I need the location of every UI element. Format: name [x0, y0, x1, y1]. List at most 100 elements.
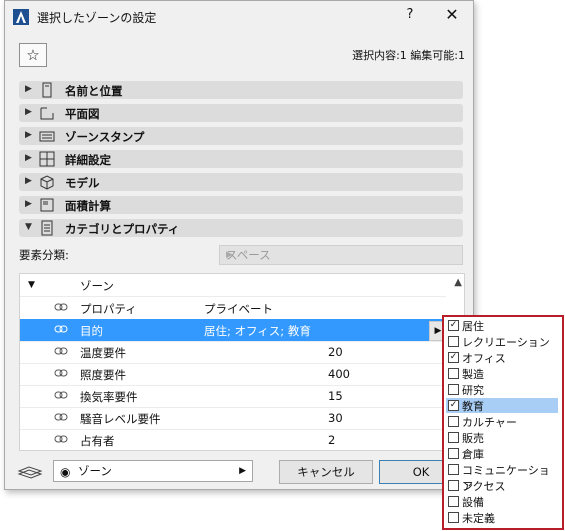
table-row[interactable]: 換気率要件 15	[20, 385, 446, 408]
option-item[interactable]: 研究	[446, 382, 558, 397]
zone-settings-dialog: 選択したゾーンの設定 ? ✕ ☆ 選択内容:1 編集可能:1 ▶ 名前と位置 ▶…	[4, 0, 474, 490]
group-label: ゾーン	[80, 279, 114, 293]
panel-label: ゾーンスタンプ	[65, 130, 145, 144]
link-icon	[54, 369, 68, 377]
row-number: 30	[328, 411, 343, 425]
chevron-right-icon: ▶	[239, 466, 246, 476]
row-name: 目的	[80, 324, 103, 338]
checkbox[interactable]	[448, 496, 459, 507]
link-icon	[54, 391, 68, 399]
option-label: 未定義	[462, 512, 495, 525]
cancel-button[interactable]: キャンセル	[279, 460, 373, 484]
close-button[interactable]: ✕	[443, 5, 461, 24]
panel-name-position[interactable]: ▶ 名前と位置	[19, 81, 463, 99]
name-position-icon	[42, 82, 52, 98]
row-name: 照度要件	[80, 368, 126, 382]
option-item[interactable]: 販売	[446, 430, 558, 445]
scroll-up-icon[interactable]: ▲	[454, 277, 462, 288]
table-row[interactable]: プロパティ プライベート	[20, 297, 446, 320]
option-label: レクリエーション	[462, 336, 550, 349]
checkbox[interactable]	[448, 480, 459, 491]
checkbox[interactable]	[448, 336, 459, 347]
floor-plan-icon	[40, 107, 54, 120]
row-number: 20	[328, 345, 343, 359]
link-icon	[54, 347, 68, 355]
option-item[interactable]: レクリエーション	[446, 334, 558, 349]
model-icon	[40, 175, 54, 190]
collapsed-arrow-icon: ▶	[25, 153, 32, 163]
window-title: 選択したゾーンの設定	[37, 11, 157, 25]
row-value: 居住; オフィス; 教育	[204, 324, 311, 338]
panel-label: 面積計算	[65, 199, 111, 213]
panel-model[interactable]: ▶ モデル	[19, 173, 463, 191]
zone-stamp-icon	[39, 131, 55, 142]
checkbox[interactable]	[448, 448, 459, 459]
option-item[interactable]: ✓ 居住	[446, 318, 558, 333]
option-item[interactable]: カルチャー	[446, 414, 558, 429]
view-select[interactable]: ◉ ゾーン ▶	[53, 460, 253, 482]
link-icon	[54, 435, 68, 443]
checkbox[interactable]	[448, 432, 459, 443]
option-item[interactable]: 未定義	[446, 510, 558, 525]
checkbox-checked[interactable]: ✓	[448, 400, 459, 411]
area-calc-icon	[40, 198, 54, 212]
collapsed-arrow-icon: ▶	[25, 107, 32, 117]
checkbox[interactable]	[448, 384, 459, 395]
checkbox-checked[interactable]: ✓	[448, 320, 459, 331]
panel-category-properties[interactable]: ▼ カテゴリとプロパティ	[19, 219, 463, 237]
panel-floor-plan[interactable]: ▶ 平面図	[19, 104, 463, 122]
table-row[interactable]: 占有者 2	[20, 429, 446, 450]
layers-icon[interactable]	[17, 461, 43, 479]
option-item-highlighted[interactable]: ✓ 教育	[446, 398, 558, 413]
collapsed-arrow-icon: ▶	[25, 84, 32, 94]
collapsed-arrow-icon: ▶	[25, 199, 32, 209]
option-item[interactable]: 製造	[446, 366, 558, 381]
row-name: 占有者	[80, 434, 115, 448]
checkbox-checked[interactable]: ✓	[448, 352, 459, 363]
properties-table: ▼ ゾーン ▲ プロパティ プライベート 目的 居住; オフィス; 教育 温度要…	[19, 273, 465, 451]
favorites-button[interactable]: ☆	[19, 43, 47, 67]
panel-label: カテゴリとプロパティ	[65, 222, 180, 236]
row-number: 15	[328, 389, 343, 403]
link-icon	[54, 303, 68, 311]
link-icon	[54, 325, 68, 333]
table-row[interactable]: 照度要件 400	[20, 363, 446, 386]
checkbox[interactable]	[448, 368, 459, 379]
checkbox[interactable]	[448, 512, 459, 523]
panel-label: 名前と位置	[65, 84, 123, 98]
detail-settings-icon	[39, 151, 55, 167]
table-row[interactable]: 騒音レベル要件 30	[20, 407, 446, 430]
option-label: 販売	[462, 432, 484, 445]
help-button[interactable]: ?	[401, 7, 419, 22]
panel-detail-settings[interactable]: ▶ 詳細設定	[19, 150, 463, 168]
row-name: 温度要件	[80, 346, 126, 360]
panel-zone-stamp[interactable]: ▶ ゾーンスタンプ	[19, 127, 463, 145]
classification-select: スペース ▶	[219, 245, 463, 265]
table-row[interactable]: 温度要件 20	[20, 341, 446, 364]
checkbox[interactable]	[448, 464, 459, 475]
classification-label: 要素分類:	[19, 248, 69, 262]
group-header-zone[interactable]: ▼ ゾーン	[20, 274, 446, 297]
option-item[interactable]: ✓ オフィス	[446, 350, 558, 365]
table-row-selected[interactable]: 目的 居住; オフィス; 教育	[20, 319, 446, 342]
option-label: 製造	[462, 368, 484, 381]
expanded-arrow-icon: ▼	[28, 280, 35, 290]
checkbox[interactable]	[448, 416, 459, 427]
option-label: 居住	[462, 320, 484, 333]
option-label: 倉庫	[462, 448, 484, 461]
chevron-right-icon: ▶	[226, 250, 233, 260]
row-name: プロパティ	[80, 302, 137, 316]
collapsed-arrow-icon: ▶	[25, 130, 32, 140]
row-number: 400	[328, 367, 350, 381]
option-label: 教育	[462, 400, 484, 413]
option-item[interactable]: コミュニケーション	[446, 462, 558, 493]
option-item[interactable]: 倉庫	[446, 446, 558, 461]
panel-area-calc[interactable]: ▶ 面積計算	[19, 196, 463, 214]
link-icon	[54, 413, 68, 421]
row-value: プライベート	[204, 302, 273, 316]
option-label: カルチャー	[462, 416, 517, 429]
row-number: 2	[328, 433, 336, 447]
option-label: アクセス	[462, 480, 506, 493]
option-item[interactable]: 設備	[446, 494, 558, 509]
option-item[interactable]: アクセス	[446, 478, 558, 493]
